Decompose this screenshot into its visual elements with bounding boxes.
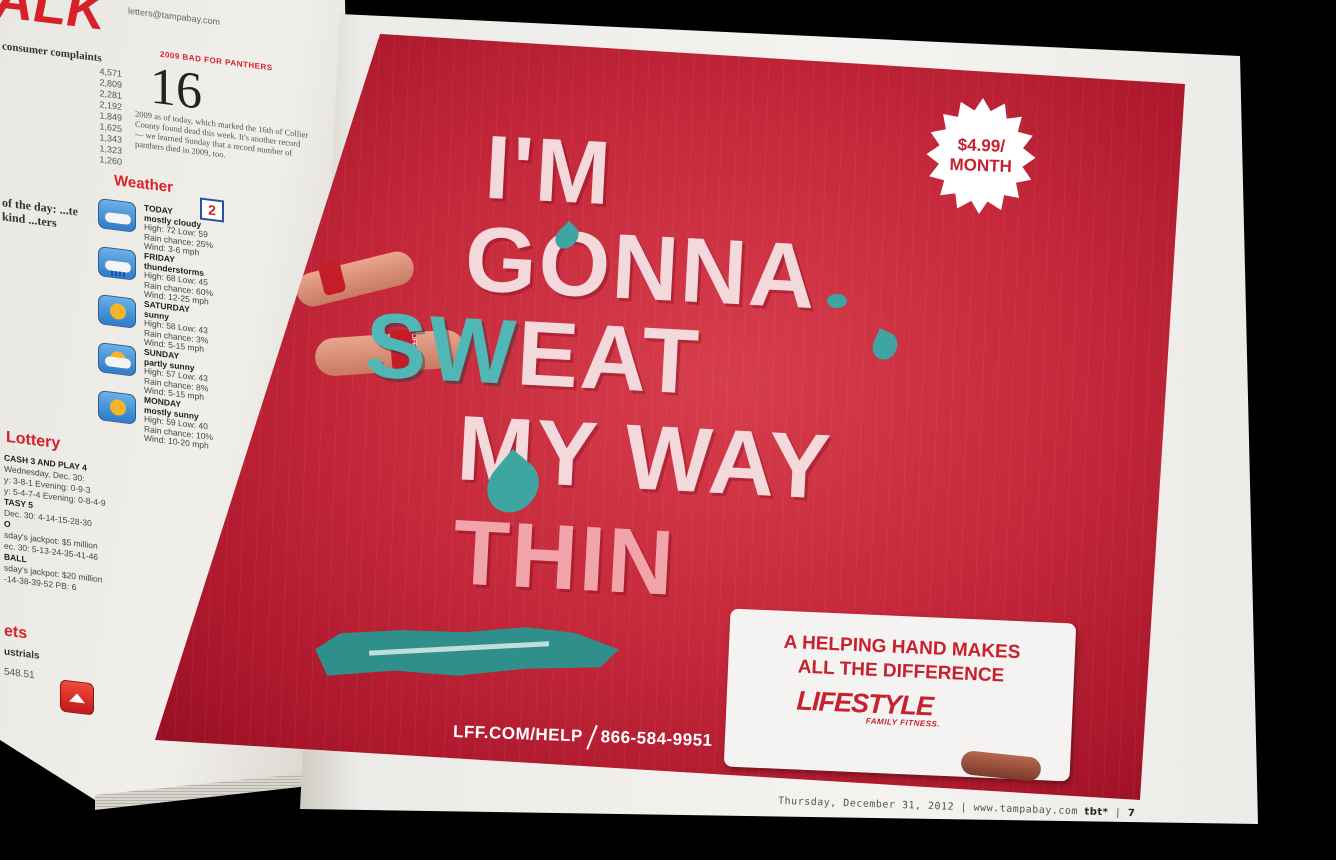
headline-line-3: SWEAT xyxy=(362,293,703,415)
ad-url[interactable]: LFF.COM/HELP xyxy=(453,722,583,746)
lifestyle-logo: LIFESTYLE FAMILY FITNESS. xyxy=(796,686,1063,735)
slash-divider xyxy=(585,724,598,750)
headline-eat: EAT xyxy=(514,302,703,414)
folio-paper: tbt* xyxy=(1084,806,1109,819)
weather-text: SATURDAY sunny High: 58 Low: 43 Rain chance… xyxy=(144,299,208,355)
weather-title: Weather xyxy=(114,171,173,197)
sweat-drop-icon xyxy=(827,294,847,308)
headline-line-5-text: THIN xyxy=(450,501,679,615)
section-title: ALK xyxy=(0,0,105,42)
weather-text: SUNDAY partly sunny High: 57 Low: 43 Rain c… xyxy=(144,347,208,403)
lottery-results: CASH 3 AND PLAY 4 Wednesday, Dec. 30: y: 3… xyxy=(4,452,154,602)
stock-label: ustrials xyxy=(4,646,40,662)
sun-weather-icon xyxy=(98,390,136,425)
contact-email: letters@tampabay.com xyxy=(128,5,221,28)
stock-value: 548.51 xyxy=(4,666,35,682)
folio-page: 7 xyxy=(1127,807,1136,820)
sun-weather-icon xyxy=(98,294,136,329)
complaints-list: 4,571 2,809 2,281 2,192 1,849 1,625 1,343 1,323… xyxy=(2,54,122,168)
bets-title: ets xyxy=(4,622,28,643)
weather-text: MONDAY mostly sunny High: 59 Low: 40 Rain c… xyxy=(144,395,213,452)
storm-weather-icon xyxy=(98,246,136,281)
headline-line-5: THIN xyxy=(450,500,679,617)
headline-sw-teal: SW xyxy=(362,294,520,405)
lottery-title: Lottery xyxy=(6,428,61,453)
ad-phone[interactable]: 866-584-9951 xyxy=(600,727,712,750)
quote-title: of the day: ...te kind ...ters xyxy=(2,195,78,230)
partly-weather-icon xyxy=(98,342,136,377)
number-story: 2009 as of today, which marked the 16th … xyxy=(135,108,309,160)
complaint-value: 1,260 xyxy=(99,154,122,167)
cloud-weather-icon xyxy=(98,198,136,233)
stock-up-icon xyxy=(60,679,94,716)
